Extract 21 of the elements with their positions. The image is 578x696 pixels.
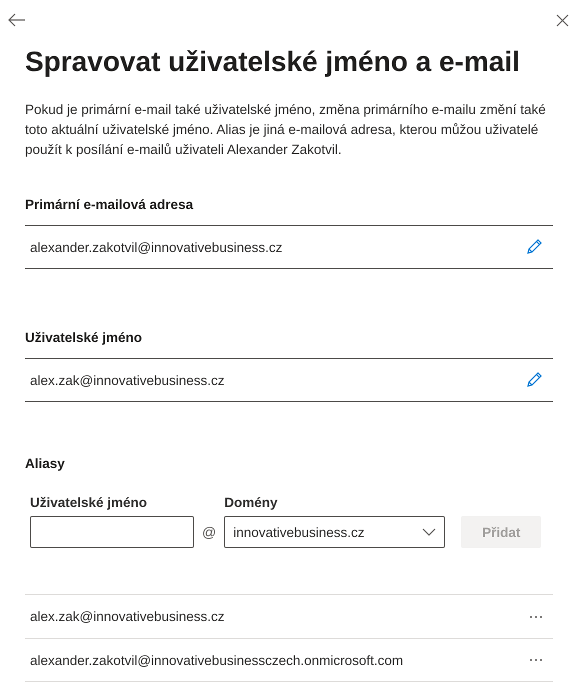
field-value: alexander.zakotvil@innovativebusiness.cz xyxy=(30,240,282,254)
section-label: Aliasy xyxy=(25,455,66,473)
at-sign: @ xyxy=(202,523,216,542)
description-text: Pokud je primární e-mail také uživatelské jméno, změna primárního e-mailu změní také toto aktuální uživatelské jméno. Alias je jiná e-mailová adresa, kterou můžou uživatelé použít k posílání e-mailů uživateli Alexander Zakotvil. xyxy=(25,101,547,159)
close-button[interactable] xyxy=(554,12,571,28)
field-label: Domény xyxy=(224,495,278,510)
more-icon[interactable] xyxy=(529,658,543,662)
section-label: Uživatelské jméno xyxy=(25,329,144,347)
panel-title: Spravovat uživatelské jméno a e-mail xyxy=(25,45,521,79)
alias-address: alexander.zakotvil@innovativebusinessczech.onmicrosoft.com xyxy=(30,652,404,668)
field-label: Uživatelské jméno xyxy=(30,495,148,510)
back-button[interactable] xyxy=(6,11,28,29)
edit-icon[interactable] xyxy=(525,371,543,389)
edit-icon[interactable] xyxy=(525,238,543,256)
field-value: alex.zak@innovativebusiness.cz xyxy=(30,372,225,388)
domain-dropdown[interactable]: innovativebusiness.cz xyxy=(224,516,446,548)
username-input[interactable] xyxy=(30,516,194,548)
alias-address: alex.zak@innovativebusiness.cz xyxy=(30,609,225,624)
section-label: Primární e-mailová adresa xyxy=(25,196,194,214)
chevron-down-icon xyxy=(422,528,436,536)
more-icon[interactable] xyxy=(529,614,543,618)
